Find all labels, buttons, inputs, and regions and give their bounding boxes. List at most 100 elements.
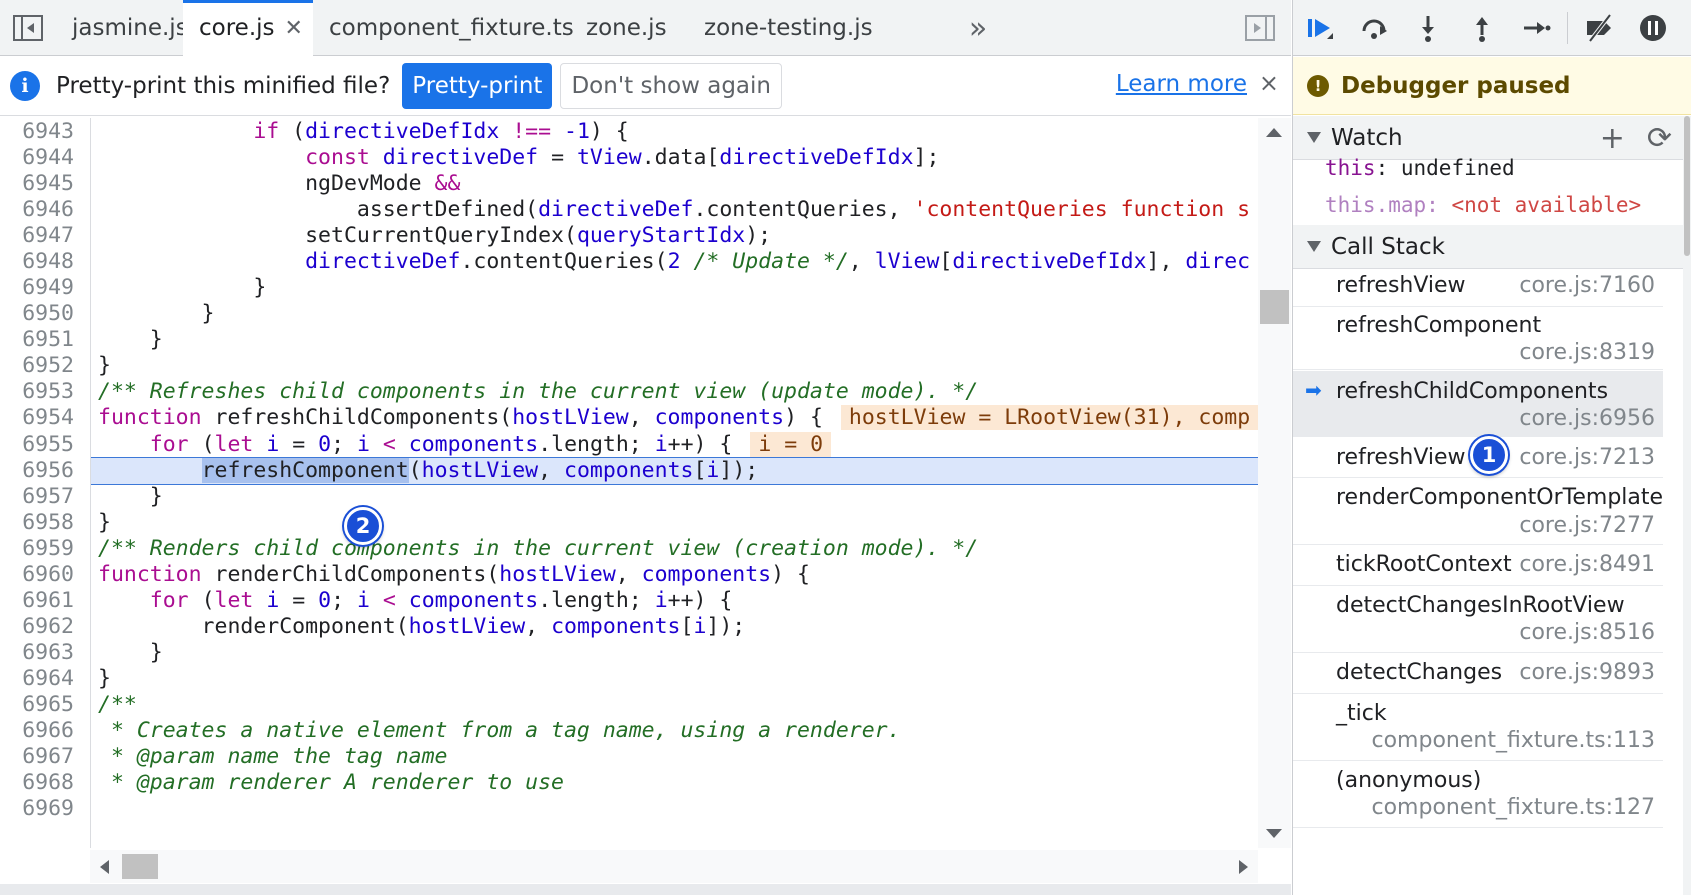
line-number[interactable]: 6948 xyxy=(0,248,82,276)
vertical-scrollbar[interactable] xyxy=(1258,118,1291,848)
inline-value-hint: i = 0 xyxy=(750,432,832,457)
call-frame[interactable]: refreshView core.js:7160 xyxy=(1293,268,1663,307)
collapse-triangle-icon[interactable] xyxy=(1307,241,1321,252)
line-number[interactable]: 6965 xyxy=(0,691,82,719)
line-number[interactable]: 6967 xyxy=(0,743,82,771)
line-number[interactable]: 6943 xyxy=(0,118,82,146)
scroll-left-icon[interactable] xyxy=(100,860,109,874)
line-number[interactable]: 6946 xyxy=(0,196,82,224)
call-stack-section-header[interactable]: Call Stack xyxy=(1293,225,1691,269)
code-line: 6951 } xyxy=(0,326,1258,354)
line-number[interactable]: 6954 xyxy=(0,404,82,432)
watch-section-header[interactable]: Watch + ⟳ xyxy=(1293,116,1691,160)
frame-location[interactable]: core.js:7160 xyxy=(1519,273,1655,298)
scroll-down-icon[interactable] xyxy=(1266,829,1282,838)
tab-zone-js[interactable]: zone.js xyxy=(570,0,688,56)
line-number[interactable]: 6963 xyxy=(0,639,82,667)
frame-location[interactable]: core.js:8516 xyxy=(1519,620,1655,645)
frame-location[interactable]: core.js:9893 xyxy=(1519,660,1655,685)
more-tabs-button[interactable]: » xyxy=(958,0,998,56)
line-number[interactable]: 6956 xyxy=(0,457,82,485)
call-frame[interactable]: tickRootContext core.js:8491 xyxy=(1293,546,1663,586)
line-number[interactable]: 6960 xyxy=(0,561,82,589)
call-frame-selected[interactable]: ➡ refreshChildComponents core.js:6956 xyxy=(1293,371,1663,437)
refresh-icon[interactable]: ⟳ xyxy=(1647,121,1672,156)
scroll-right-icon[interactable] xyxy=(1239,860,1248,874)
line-number[interactable]: 6966 xyxy=(0,717,82,745)
frame-location[interactable]: core.js:6956 xyxy=(1519,406,1655,431)
scrollbar-thumb[interactable] xyxy=(1684,116,1690,256)
learn-more-link[interactable]: Learn more xyxy=(1116,71,1247,97)
line-number[interactable]: 6959 xyxy=(0,535,82,563)
call-frame[interactable]: renderComponentOrTemplate core.js:7277 xyxy=(1293,479,1663,545)
dont-show-again-button[interactable]: Don't show again xyxy=(560,63,782,109)
tab-jasmine-js[interactable]: jasmine.js xyxy=(56,0,188,56)
frame-location[interactable]: core.js:8319 xyxy=(1519,340,1655,365)
frame-location[interactable]: core.js:7277 xyxy=(1519,513,1655,538)
toggle-debugger-button[interactable] xyxy=(1232,0,1288,56)
frame-location[interactable]: core.js:7213 xyxy=(1519,445,1655,470)
line-number[interactable]: 6969 xyxy=(0,795,82,823)
code-text: const directiveDef = tView.data[directiv… xyxy=(98,145,940,170)
info-icon: i xyxy=(10,71,40,101)
code-comment: * Creates a native element from a tag na… xyxy=(98,718,901,743)
watch-expression[interactable]: this.map: <not available> xyxy=(1325,193,1641,217)
call-frame[interactable]: detectChanges core.js:9893 xyxy=(1293,654,1663,694)
pause-on-exceptions-button[interactable] xyxy=(1626,0,1680,56)
deactivate-breakpoints-button[interactable] xyxy=(1572,0,1626,56)
tab-zone-testing-js[interactable]: zone-testing.js xyxy=(688,0,878,56)
toggle-navigator-button[interactable] xyxy=(0,0,56,56)
source-code-view[interactable]: 6943 if (directiveDefIdx !== -1) { 6944 … xyxy=(0,118,1258,848)
pretty-print-button[interactable]: Pretty-print xyxy=(402,63,553,109)
line-number[interactable]: 6949 xyxy=(0,274,82,302)
frame-location[interactable]: component_fixture.ts:127 xyxy=(1372,795,1656,820)
tab-core-js[interactable]: core.js ✕ xyxy=(183,0,313,56)
collapse-triangle-icon[interactable] xyxy=(1307,132,1321,143)
watch-expression[interactable]: this: undefined xyxy=(1325,156,1515,180)
call-frame[interactable]: _tick component_fixture.ts:113 xyxy=(1293,695,1663,761)
scrollbar-thumb[interactable] xyxy=(1260,290,1289,324)
code-comment: /** xyxy=(98,692,137,717)
add-expression-icon[interactable]: + xyxy=(1600,121,1625,156)
frame-function: refreshView xyxy=(1336,273,1466,298)
line-number[interactable]: 6964 xyxy=(0,665,82,693)
line-number[interactable]: 6962 xyxy=(0,613,82,641)
line-number[interactable]: 6944 xyxy=(0,144,82,172)
line-number[interactable]: 6961 xyxy=(0,587,82,615)
call-frame[interactable]: detectChangesInRootView core.js:8516 xyxy=(1293,587,1663,653)
line-number[interactable]: 6953 xyxy=(0,378,82,406)
code-line: 6952} xyxy=(0,352,1258,380)
line-number[interactable]: 6957 xyxy=(0,483,82,511)
code-line: 6964} xyxy=(0,665,1258,693)
frame-function: detectChanges xyxy=(1336,660,1503,685)
line-number[interactable]: 6950 xyxy=(0,300,82,328)
resume-button[interactable] xyxy=(1293,0,1347,56)
step-over-button[interactable] xyxy=(1347,0,1401,56)
call-frame[interactable]: refreshComponent core.js:8319 xyxy=(1293,308,1663,370)
call-frame[interactable]: (anonymous) component_fixture.ts:127 xyxy=(1293,762,1663,828)
scroll-up-icon[interactable] xyxy=(1266,128,1282,137)
line-number[interactable]: 6952 xyxy=(0,352,82,380)
line-number[interactable]: 6958 xyxy=(0,509,82,537)
step-out-button[interactable] xyxy=(1455,0,1509,56)
paused-call-highlight: refreshComponent xyxy=(201,458,409,483)
code-text: directiveDef.contentQueries(2 /* Update … xyxy=(305,249,1251,274)
tab-component-fixture-ts[interactable]: component_fixture.ts xyxy=(313,0,574,56)
line-number[interactable]: 6955 xyxy=(0,431,82,459)
step-button[interactable] xyxy=(1509,0,1563,56)
line-number[interactable]: 6947 xyxy=(0,222,82,250)
line-number[interactable]: 6951 xyxy=(0,326,82,354)
inline-value-hint: hostLView = LRootView(31), comp xyxy=(840,405,1258,430)
gutter-divider xyxy=(90,118,91,848)
step-into-button[interactable] xyxy=(1401,0,1455,56)
sidebar-scrollbar[interactable] xyxy=(1683,116,1691,895)
frame-location[interactable]: core.js:8491 xyxy=(1519,552,1655,577)
close-icon[interactable]: × xyxy=(1259,69,1279,97)
close-tab-icon[interactable]: ✕ xyxy=(285,16,303,41)
horizontal-scrollbar[interactable] xyxy=(90,850,1258,883)
code-text: assertDefined(directiveDef.contentQuerie… xyxy=(98,197,1251,222)
frame-location[interactable]: component_fixture.ts:113 xyxy=(1372,728,1656,753)
line-number[interactable]: 6945 xyxy=(0,170,82,198)
scrollbar-thumb[interactable] xyxy=(122,854,158,879)
line-number[interactable]: 6968 xyxy=(0,769,82,797)
